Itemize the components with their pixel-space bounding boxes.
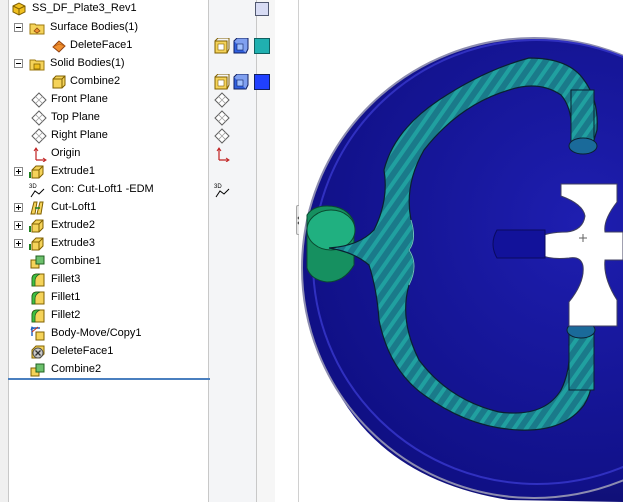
3d-sketch-icon: 3D — [29, 184, 45, 198]
3d-model-view[interactable] — [299, 0, 623, 502]
upper-port — [568, 137, 598, 155]
origin-icon — [33, 147, 47, 162]
combine-icon — [30, 255, 45, 269]
solid-bodies-folder-icon — [29, 59, 45, 71]
tree-item-top-plane[interactable]: Top Plane — [0, 109, 208, 127]
origin-icon[interactable] — [214, 146, 230, 162]
inlet-boss-top — [306, 209, 356, 251]
tree-root-item[interactable]: SS_DF_Plate3_Rev1 — [0, 0, 208, 18]
tree-end-marker — [8, 378, 210, 380]
tree-item-label: DeleteFace1 — [70, 39, 133, 51]
expand-toggle[interactable] — [14, 239, 23, 248]
tree-item-label: Combine2 — [70, 75, 121, 87]
tree-item-label: Con: Cut-Loft1 -EDM — [51, 183, 154, 195]
horizontal-slot — [492, 229, 546, 259]
tree-item-label: Combine1 — [51, 255, 102, 267]
lower-channel-end — [568, 329, 595, 391]
fillet-icon — [31, 309, 45, 323]
tree-item-label: Extrude1 — [51, 165, 96, 177]
tree-item-label: Solid Bodies(1) — [50, 57, 125, 69]
extrude-icon — [29, 237, 44, 251]
surface-bodies-folder-icon — [29, 23, 45, 35]
upper-channel-end — [570, 89, 595, 143]
cut-loft-icon — [30, 201, 44, 215]
tree-item-front-plane[interactable]: Front Plane — [0, 91, 208, 109]
tree-item-label: Top Plane — [51, 111, 100, 123]
tree-item-body-move-copy1[interactable]: Body-Move/Copy1 — [0, 325, 208, 343]
extrude-icon — [29, 219, 44, 233]
collapse-toggle[interactable] — [14, 59, 23, 68]
tree-item-combine2-feature[interactable]: Combine2 — [0, 361, 208, 379]
tree-item-label: Combine2 — [51, 363, 102, 375]
delete-face-icon — [31, 345, 45, 359]
extrude-icon — [29, 165, 44, 179]
appearance-icon[interactable] — [233, 38, 249, 54]
tree-item-label: Fillet2 — [51, 309, 81, 321]
plane-icon[interactable] — [214, 110, 230, 126]
tree-item-right-plane[interactable]: Right Plane — [0, 127, 208, 145]
tree-item-extrude1[interactable]: Extrude1 — [0, 163, 208, 181]
tree-root-label: SS_DF_Plate3_Rev1 — [32, 2, 137, 14]
tree-item-label: Front Plane — [51, 93, 108, 105]
expand-toggle[interactable] — [14, 203, 23, 212]
tree-item-label: Surface Bodies(1) — [50, 21, 139, 33]
feature-manager-tree: SS_DF_Plate3_Rev1 Surface Bodies(1) Dele… — [0, 0, 299, 502]
tree-item-solid-bodies[interactable]: Solid Bodies(1) — [0, 55, 208, 73]
expand-toggle[interactable] — [14, 167, 23, 176]
tree-item-3d-sketch[interactable]: 3D Con: Cut-Loft1 -EDM — [0, 181, 208, 199]
tree-item-solid-body[interactable]: Combine2 — [0, 73, 208, 91]
tree-item-label: Extrude3 — [51, 237, 96, 249]
collapse-toggle[interactable] — [14, 23, 23, 32]
tree-item-label: DeleteFace1 — [51, 345, 114, 357]
tree-item-label: Body-Move/Copy1 — [51, 327, 142, 339]
svg-text:3D: 3D — [29, 184, 37, 190]
expand-toggle[interactable] — [14, 221, 23, 230]
tree-item-origin[interactable]: Origin — [0, 145, 208, 163]
plane-icon[interactable] — [214, 128, 230, 144]
solid-body-icon — [52, 75, 66, 89]
part-appearance-swatch[interactable] — [255, 2, 269, 16]
appearance-icon[interactable] — [233, 74, 249, 90]
tree-item-surface-body[interactable]: DeleteFace1 — [0, 37, 208, 55]
tree-item-label: Extrude2 — [51, 219, 96, 231]
tree-item-fillet2[interactable]: Fillet2 — [0, 307, 208, 325]
tree-item-label: Fillet3 — [51, 273, 81, 285]
tree-item-label: Fillet1 — [51, 291, 81, 303]
tree-item-label: Origin — [51, 147, 81, 159]
tree-item-fillet3[interactable]: Fillet3 — [0, 271, 208, 289]
fillet-icon — [31, 273, 45, 287]
tree-item-extrude2[interactable]: Extrude2 — [0, 217, 208, 235]
plane-icon[interactable] — [214, 92, 230, 108]
display-state-icon[interactable] — [214, 74, 230, 90]
3d-sketch-icon[interactable]: 3D — [214, 182, 230, 198]
plane-icon — [31, 128, 47, 144]
solid-body-color-swatch[interactable] — [254, 74, 270, 90]
tree-item-cut-loft1[interactable]: Cut-Loft1 — [0, 199, 208, 217]
body-move-copy-icon — [30, 326, 45, 341]
display-state-icon[interactable] — [214, 38, 230, 54]
tree-item-label: Cut-Loft1 — [51, 201, 97, 213]
tree-item-extrude3[interactable]: Extrude3 — [0, 235, 208, 253]
svg-text:3D: 3D — [214, 184, 222, 190]
tree-item-label: Right Plane — [51, 129, 108, 141]
surface-body-icon — [52, 40, 66, 53]
graphics-viewport[interactable] — [299, 0, 623, 502]
tree-item-surface-bodies[interactable]: Surface Bodies(1) — [0, 19, 208, 37]
combine-icon — [30, 363, 45, 377]
plane-icon — [31, 110, 47, 126]
tree-item-fillet1[interactable]: Fillet1 — [0, 289, 208, 307]
tree-item-deleteface1-feature[interactable]: DeleteFace1 — [0, 343, 208, 361]
surface-body-color-swatch[interactable] — [254, 38, 270, 54]
plane-icon — [31, 92, 47, 108]
tree-item-combine1[interactable]: Combine1 — [0, 253, 208, 271]
part-icon — [12, 2, 26, 16]
fillet-icon — [31, 291, 45, 305]
